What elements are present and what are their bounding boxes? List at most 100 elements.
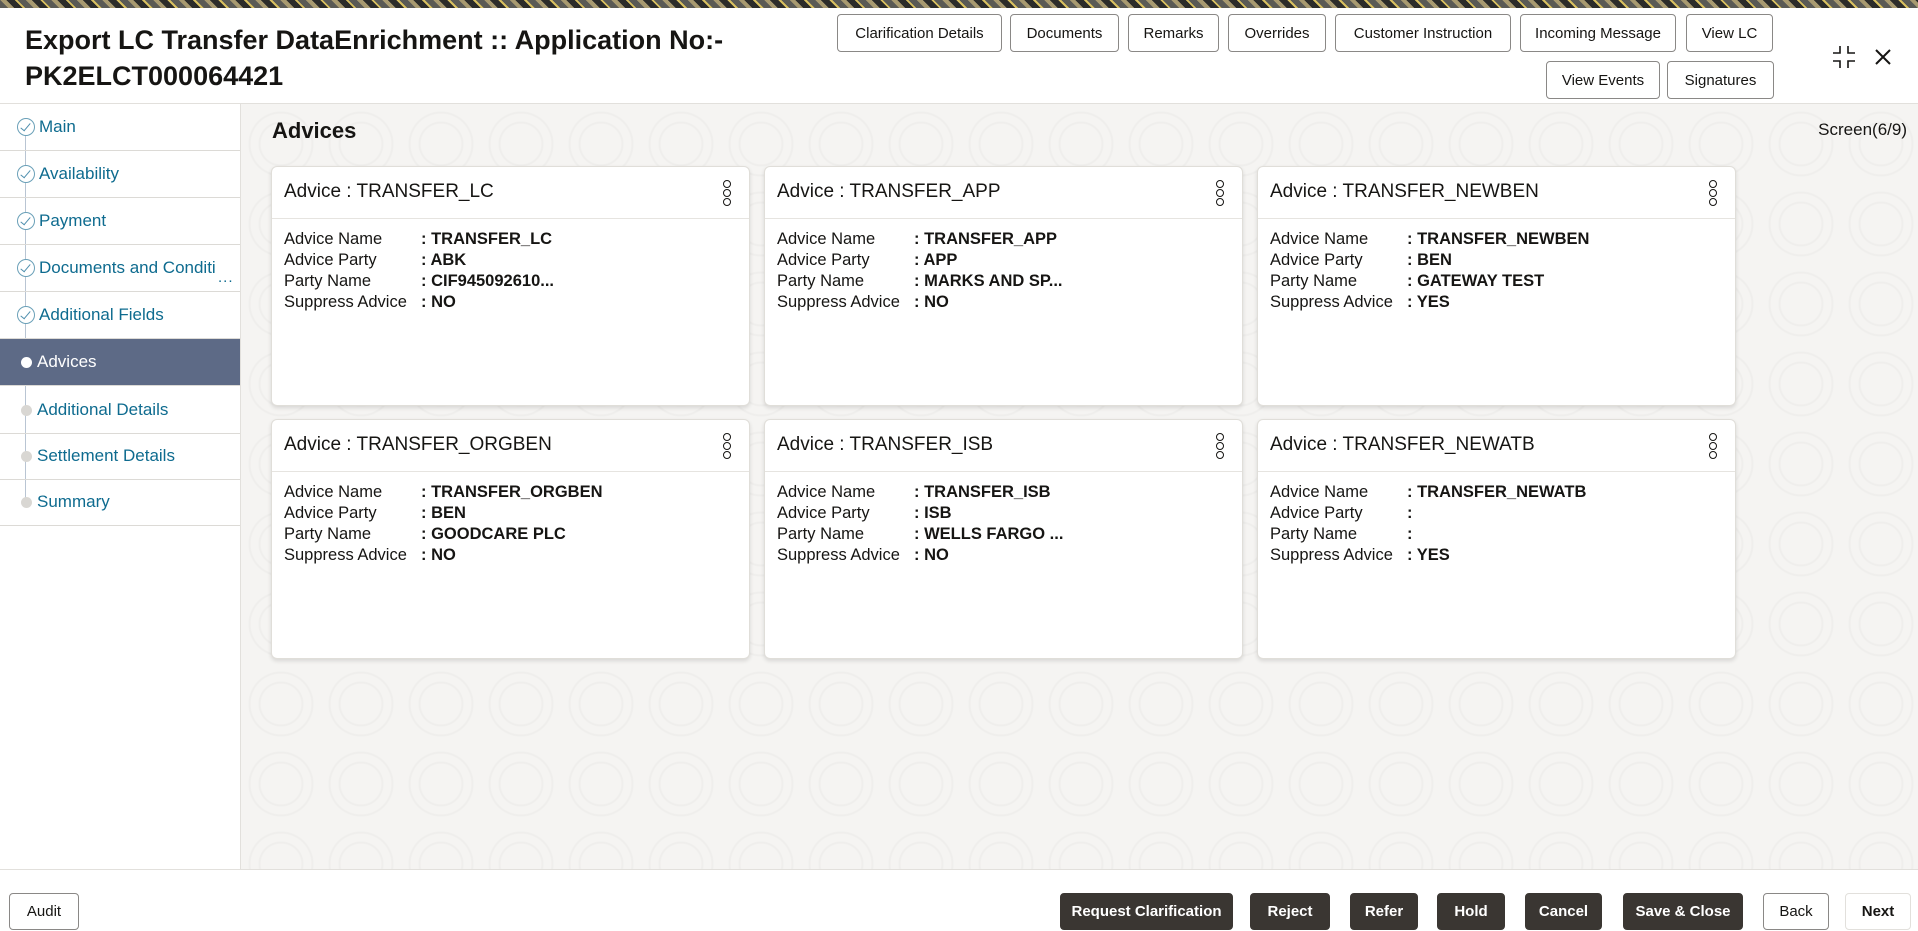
card-title: Advice : TRANSFER_ISB [777,434,994,455]
card-title: Advice : TRANSFER_NEWATB [1270,434,1535,455]
section-title: Advices [272,118,357,143]
app-header: Export LC Transfer DataEnrichment :: App… [0,8,1918,104]
sidebar-item-documents-and-conditions[interactable]: Documents and Conditi ... [0,245,240,292]
advice-party-value: : APP [914,251,958,269]
suppress-advice-label: Suppress Advice [777,546,900,564]
refer-button[interactable]: Refer [1350,893,1418,930]
save-and-close-button[interactable]: Save & Close [1623,893,1743,930]
kebab-menu-icon[interactable] [1214,430,1226,462]
advice-name-label: Advice Name [777,483,876,501]
advice-card: Advice : TRANSFER_NEWBEN Advice Name: TR… [1257,166,1736,406]
sidebar-item-label: Documents and Conditi [39,258,216,277]
next-button[interactable]: Next [1845,893,1911,930]
pending-step-dot-icon [21,451,32,462]
advice-name-label: Advice Name [284,483,383,501]
top-banner-strip [0,0,1918,8]
card-title: Advice : TRANSFER_NEWBEN [1270,181,1539,202]
advice-party-value: : [1407,504,1413,522]
clarification-details-button[interactable]: Clarification Details [837,14,1002,52]
kebab-menu-icon[interactable] [1707,430,1719,462]
suppress-advice-label: Suppress Advice [284,546,407,564]
customer-instruction-button[interactable]: Customer Instruction [1335,14,1511,52]
remarks-button[interactable]: Remarks [1128,14,1219,52]
sidebar-item-additional-fields[interactable]: Additional Fields [0,292,240,339]
party-name-value: : GOODCARE PLC [421,525,566,543]
party-name-label: Party Name [284,525,372,543]
view-lc-button[interactable]: View LC [1686,14,1773,52]
suppress-advice-label: Suppress Advice [777,293,900,311]
sidebar-item-summary[interactable]: Summary [0,479,240,526]
card-header: Advice : TRANSFER_NEWATB [1258,420,1735,472]
advice-name-value: : TRANSFER_NEWATB [1407,483,1587,501]
card-header: Advice : TRANSFER_LC [272,167,749,219]
sidebar-item-main[interactable]: Main [0,104,240,151]
sidebar-item-payment[interactable]: Payment [0,198,240,245]
suppress-advice-label: Suppress Advice [1270,546,1393,564]
check-circle-icon [17,118,35,136]
advice-party-value: : BEN [421,504,466,522]
advice-party-value: : ISB [914,504,952,522]
advice-card: Advice : TRANSFER_APP Advice Name: TRANS… [764,166,1243,406]
card-header: Advice : TRANSFER_NEWBEN [1258,167,1735,219]
sidebar-item-settlement-details[interactable]: Settlement Details [0,433,240,480]
current-step-dot-icon [21,357,32,368]
collapse-icon[interactable] [1829,42,1859,72]
close-icon[interactable] [1868,42,1898,72]
card-header: Advice : TRANSFER_APP [765,167,1242,219]
advice-card: Advice : TRANSFER_NEWATB Advice Name : TR… [1257,419,1736,659]
suppress-advice-label: Suppress Advice [284,293,407,311]
hold-button[interactable]: Hold [1437,893,1505,930]
party-name-value: : [1407,525,1413,543]
kebab-menu-icon[interactable] [1214,177,1226,209]
card-title: Advice : TRANSFER_APP [777,181,1001,202]
back-button[interactable]: Back [1763,893,1829,930]
suppress-advice-value: : NO [421,546,456,564]
advice-name-value: : TRANSFER_APP [914,230,1058,248]
sidebar-item-label: Settlement Details [37,446,175,465]
view-events-button[interactable]: View Events [1546,61,1660,99]
sidebar-item-label: Additional Fields [39,305,164,324]
overrides-button[interactable]: Overrides [1228,14,1326,52]
kebab-menu-icon[interactable] [721,430,733,462]
advice-card: Advice : TRANSFER_ISB Advice Name : TRANS… [764,419,1243,659]
advice-party-label: Advice Party [284,504,377,522]
sidebar-item-availability[interactable]: Availability [0,151,240,198]
suppress-advice-value: : YES [1407,293,1450,311]
advice-name-value: : TRANSFER_ISB [914,483,1051,501]
sidebar-item-additional-details[interactable]: Additional Details [0,387,240,434]
request-clarification-button[interactable]: Request Clarification [1060,893,1233,930]
party-name-label: Party Name [777,272,865,290]
audit-button[interactable]: Audit [9,893,79,930]
main-content: Advices Screen(6/9) Advice : TRANSFER_LC… [241,104,1918,869]
advice-party-value: : BEN [1407,251,1452,269]
signatures-button[interactable]: Signatures [1667,61,1774,99]
incoming-message-button[interactable]: Incoming Message [1520,14,1676,52]
party-name-label: Party Name [1270,525,1358,543]
reject-button[interactable]: Reject [1250,893,1330,930]
advice-card: Advice : TRANSFER_LC Advice Name: TRANSF… [271,166,750,406]
party-name-label: Party Name [284,272,372,290]
advice-name-label: Advice Name [1270,230,1369,248]
check-circle-icon [17,165,35,183]
screen-counter: Screen(6/9) [1818,120,1907,139]
sidebar-item-advices[interactable]: Advices [0,339,240,386]
party-name-value: : GATEWAY TEST [1407,272,1545,290]
advice-name-label: Advice Name [1270,483,1369,501]
advice-party-label: Advice Party [284,251,377,269]
advice-card: Advice : TRANSFER_ORGBEN Advice Name: TR… [271,419,750,659]
more-ellipsis-icon[interactable]: ... [218,269,234,286]
kebab-menu-icon[interactable] [721,177,733,209]
advice-party-label: Advice Party [1270,504,1363,522]
advice-party-label: Advice Party [1270,251,1363,269]
action-footer: Audit Request Clarification Reject Refer… [0,869,1918,931]
cancel-button[interactable]: Cancel [1525,893,1602,930]
suppress-advice-value: : NO [914,546,949,564]
pending-step-dot-icon [21,405,32,416]
suppress-advice-label: Suppress Advice [1270,293,1393,311]
suppress-advice-value: : NO [421,293,456,311]
documents-button[interactable]: Documents [1010,14,1119,52]
advice-name-value: : TRANSFER_ORGBEN [421,483,603,501]
sidebar-item-label: Additional Details [37,400,169,419]
pending-step-dot-icon [21,497,32,508]
kebab-menu-icon[interactable] [1707,177,1719,209]
